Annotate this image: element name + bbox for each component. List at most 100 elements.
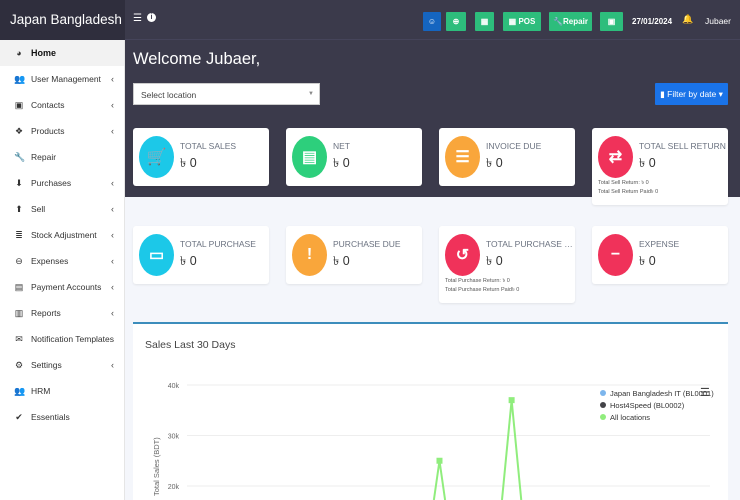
check-circle-icon: ✔: [15, 412, 23, 422]
stat-card-net: ▤ NET ৳ 0: [286, 128, 422, 186]
chevron-down-icon: ▼: [308, 91, 314, 97]
sidebar-item-sell[interactable]: ⬆ Sell ‹: [0, 196, 124, 222]
location-select[interactable]: Select location ▼: [133, 83, 320, 105]
sidebar-item-label: Products: [31, 126, 65, 136]
data-point: [508, 397, 515, 404]
sidebar-item-essentials[interactable]: ✔ Essentials: [0, 404, 124, 430]
stat-icon: ☰: [445, 136, 480, 178]
bell-icon[interactable]: 🔔: [682, 14, 693, 24]
series-line-segment: [432, 460, 441, 500]
stat-card-invoice-due: ☰ INVOICE DUE ৳ 0: [439, 128, 575, 186]
calculator-button[interactable]: ▦: [475, 12, 494, 31]
bar-chart-icon: ▥: [14, 308, 24, 318]
address-book-icon: ▣: [14, 100, 24, 110]
stat-icon: 🛒: [139, 136, 174, 178]
cash-register-button[interactable]: ▣: [600, 12, 623, 31]
sidebar-item-user-management[interactable]: 👥 User Management ‹: [0, 66, 124, 92]
arrow-circle-up-icon: ⬆: [15, 204, 23, 214]
tachometer-icon: ◕: [16, 48, 22, 58]
chevron-left-icon: ‹: [111, 308, 114, 318]
filter-by-date-button[interactable]: ▮ Filter by date ▾: [655, 83, 728, 105]
sidebar-item-stock-adjustment[interactable]: ≣ Stock Adjustment ‹: [0, 222, 124, 248]
y-axis-label: Total Sales (BDT): [152, 437, 161, 496]
sales-chart: 20k 30k 40k Total Sales (BDT) Japan Banglade…: [152, 383, 714, 500]
chevron-left-icon: ‹: [111, 74, 114, 84]
y-tick-label: 20k: [168, 484, 180, 491]
sidebar: ◕ Home 👥 User Management ‹ ▣ Contacts ‹ ❖ Product…: [0, 40, 125, 500]
sidebar-item-label: Repair: [31, 152, 57, 162]
sidebar-item-home[interactable]: ◕ Home: [0, 40, 124, 66]
hamburger-icon[interactable]: ☰: [133, 13, 142, 24]
stat-card-total-sales: 🛒 TOTAL SALES ৳ 0: [133, 128, 269, 186]
calculator-toggle-button[interactable]: ☺: [423, 12, 441, 31]
sidebar-item-hrm[interactable]: 👥 HRM: [0, 378, 124, 404]
user-menu[interactable]: Jubaer: [705, 16, 731, 26]
chevron-left-icon: ‹: [111, 100, 114, 110]
stat-subtext: Total Sell Return: ৳ 0: [598, 180, 649, 186]
brand-logo[interactable]: Japan Bangladesh IT: [0, 0, 125, 67]
page-title: Welcome Jubaer,: [133, 50, 261, 68]
wrench-icon: 🔧: [14, 152, 26, 162]
legend-marker: [600, 390, 606, 396]
stat-icon: ▤: [292, 136, 327, 178]
stat-subtext: Total Purchase Return Paid৳ 0: [445, 287, 520, 293]
legend-marker: [600, 402, 606, 408]
series-line-segment: [500, 400, 513, 500]
sidebar-item-repair[interactable]: 🔧 Repair: [0, 144, 124, 170]
series-line-segment: [510, 400, 523, 500]
stat-card-purchase-due: ! PURCHASE DUE ৳ 0: [286, 226, 422, 284]
series-line-segment: [438, 460, 447, 500]
sidebar-item-label: HRM: [31, 386, 51, 396]
chevron-left-icon: ‹: [111, 178, 114, 188]
sidebar-item-label: Contacts: [31, 100, 65, 110]
sidebar-item-label: Sell: [31, 204, 46, 214]
sidebar-item-contacts[interactable]: ▣ Contacts ‹: [0, 92, 124, 118]
sidebar-item-expenses[interactable]: ⊖ Expenses ‹: [0, 248, 124, 274]
calendar-icon: ▮: [660, 88, 668, 99]
sales-chart-panel: Sales Last 30 Days 20k 30k 40k Total Sales …: [133, 322, 728, 500]
caret-down-icon: ▾: [716, 88, 723, 99]
cog-icon: ⚙: [14, 360, 24, 370]
sidebar-item-products[interactable]: ❖ Products ‹: [0, 118, 124, 144]
stat-card-total-sell-return: ⇄ TOTAL SELL RETURN ৳ 0 Total Sell Return…: [592, 128, 728, 205]
chevron-left-icon: ‹: [111, 360, 114, 370]
stat-icon: ↺: [445, 234, 480, 276]
pos-icon: ▦: [508, 17, 519, 26]
sidebar-item-label: Purchases: [31, 178, 72, 188]
legend-item: Japan Bangladesh IT (BL0001): [610, 389, 714, 398]
legend-item: All locations: [610, 413, 650, 422]
sidebar-item-purchases[interactable]: ⬇ Purchases ‹: [0, 170, 124, 196]
repair-button[interactable]: 🔧 Repair: [549, 12, 592, 31]
stat-card-expense: − EXPENSE ৳ 0: [592, 226, 728, 284]
sidebar-item-label: Home: [31, 48, 57, 58]
stat-card-total-purchase: ▭ TOTAL PURCHASE ৳ 0: [133, 226, 269, 284]
legend-marker: [600, 414, 606, 420]
chevron-left-icon: ‹: [111, 204, 114, 214]
sidebar-item-payment-accounts[interactable]: ▤ Payment Accounts ‹: [0, 274, 124, 300]
stat-icon: ⇄: [598, 136, 633, 178]
cubes-icon: ❖: [14, 126, 24, 136]
add-button[interactable]: ⊕: [446, 12, 466, 31]
chevron-left-icon: ‹: [111, 126, 114, 136]
chevron-left-icon: ‹: [111, 256, 114, 266]
chevron-left-icon: ‹: [111, 230, 114, 240]
stat-card-total-purchase-return: ↺ TOTAL PURCHASE RETURN ৳ 0Total Purchas…: [439, 226, 575, 303]
sidebar-item-label: Essentials: [31, 412, 70, 422]
pos-button[interactable]: ▦ POS: [503, 12, 541, 31]
menu-icon: ☰: [700, 387, 710, 399]
arrow-circle-down-icon: ⬇: [15, 178, 23, 188]
sidebar-item-label: Expenses: [31, 256, 69, 266]
header-date: 27/01/2024: [632, 17, 673, 26]
money-icon: ▤: [14, 282, 24, 292]
stat-subtext: Total Sell Return Paid৳ 0: [598, 189, 659, 195]
sidebar-item-notification-templates[interactable]: ✉ Notification Templates: [0, 326, 124, 352]
sidebar-item-settings[interactable]: ⚙ Settings ‹: [0, 352, 124, 378]
sidebar-item-label: Payment Accounts: [31, 282, 102, 292]
stat-subtext: Total Purchase Return: ৳ 0: [445, 278, 510, 284]
sidebar-item-reports[interactable]: ▥ Reports ‹: [0, 300, 124, 326]
y-tick-label: 40k: [168, 383, 180, 390]
stat-icon: ▭: [139, 234, 174, 276]
legend-item: Host4Speed (BL0002): [610, 401, 685, 410]
info-icon[interactable]: i: [147, 13, 156, 22]
sidebar-item-label: Stock Adjustment: [31, 230, 97, 240]
